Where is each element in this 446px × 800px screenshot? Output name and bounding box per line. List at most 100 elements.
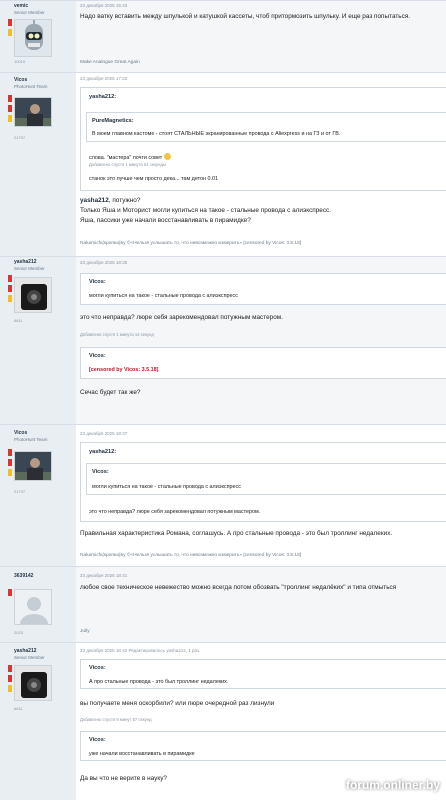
quote-author: Vicos: [92,469,109,475]
username[interactable]: vemic [14,3,28,9]
photographer-avatar-icon [15,452,51,480]
added-note: Добавлено спустя 8 минут 57 секунд [80,717,152,722]
username[interactable]: Vicos [14,430,27,436]
device-avatar-icon [15,666,51,700]
quote-text: А про стальные провода - это был троллин… [89,679,229,685]
reputation-bar [8,19,12,39]
quote-text: слова. "мастера" почти совет [89,153,171,161]
post-text: это что неправда? люре себя зарекомендов… [80,314,283,321]
user-title: Senior Member [14,10,45,15]
quote-text: могли купиться на такое - стальные прово… [89,293,238,299]
quote-block: Vicos: [censored by Vicos: 3.5.18] [80,347,446,379]
reputation-bar [8,665,12,695]
user-pane: Vicos PhotoHunt Team 21797 [0,73,76,256]
user-pane: vemic Senior Member 10010 [0,1,76,72]
added-note: Добавлено спустя 1 минута 14 секунд [80,332,154,337]
post-date[interactable]: 23 декабря 2025 17:22 [80,76,127,81]
default-user-avatar-icon [15,590,51,624]
post-count: 2023 [14,630,23,635]
user-title: PhotoHunt Team [14,84,48,89]
user-title: Senior Member [14,266,45,271]
nested-quote: PureMagnetics: В моем главном кастоме - … [86,112,446,142]
post-text: Сечас будет так же? [80,389,141,396]
post: 3639142 2023 23 декабря 2025 18:41 любое… [0,566,446,642]
signature: Nakamichi(кропка)by ©«Нельзя услышать то… [80,553,302,558]
smile-emoji-icon [163,153,171,160]
post-date-text: 23 декабря 2025 18:42 [80,648,128,653]
post: yasha212 Senior Member 6611 23 декабря 2… [0,256,446,424]
post-text-content: , потужно? [108,197,141,204]
post-text: любое свое техническое невежество можно … [80,584,397,591]
quote-block: Vicos: могли купиться на такое - стальны… [80,273,446,305]
edited-note: Редактировалось yasha212, 1 раз. [128,648,201,653]
post-count: 6611 [14,318,23,323]
post-text: Надо ватку вставить между шпулькой и кат… [80,13,411,20]
quote-block: Vicos: А про стальные провода - это был … [80,659,446,689]
site-watermark: forum.onliner.by [345,778,440,792]
reputation-bar [8,275,12,305]
post-body [76,567,446,642]
post-date[interactable]: 23 декабря 2025 18:37 [80,431,127,436]
post-count: 21797 [14,135,26,140]
post-text: yasha212, потужно? [80,197,446,204]
post: Vicos PhotoHunt Team 21797 23 декабря 20… [0,72,446,256]
user-pane: yasha212 Senior Member 6611 [0,257,76,424]
user-pane: yasha212 Senior Member 6611 [0,643,76,800]
reputation-bar [8,95,12,125]
post: Vicos PhotoHunt Team 21797 23 декабря 20… [0,424,446,566]
user-title: Senior Member [14,655,45,660]
username[interactable]: yasha212 [14,259,37,265]
post-text: Правильная характеристика Романа, соглаш… [80,530,393,537]
quote-block: Vicos: уже начали восстанавливать в пира… [80,731,446,761]
post-count: 6611 [14,706,23,711]
post: vemic Senior Member 10010 23 декабря 202… [0,0,446,72]
post-count: 10010 [14,59,26,64]
quote-author: PureMagnetics: [92,118,134,124]
user-pane: 3639142 2023 [0,567,76,642]
photographer-avatar-icon [15,98,51,126]
censored-text: [censored by Vicos: 3.5.18] [89,367,159,373]
quote-text: станок это лучше чем просто дека... там … [89,176,219,182]
post-date[interactable]: 23 декабря 2025 18:41 [80,573,127,578]
device-avatar-icon [15,278,51,312]
avatar[interactable] [14,277,52,313]
nested-quote: Vicos: могли купиться на такое - стальны… [86,463,446,495]
quote-text: уже начали восстанавливать в пирамидке [89,751,195,757]
bender-avatar-icon [15,20,51,56]
quote-author: Vicos: [89,353,106,359]
quote-block: yasha212: PureMagnetics: В моем главном … [80,87,446,191]
username[interactable]: Vicos [14,77,27,83]
reputation-bar [8,589,12,599]
signature: Make Analogue Great Again [80,60,140,65]
post-date[interactable]: 23 декабря 2025 15:43 [80,3,127,8]
avatar[interactable] [14,19,52,57]
quote-block: yasha212: Vicos: могли купиться на такое… [80,442,446,522]
quote-text: это что неправда? люре себя зарекомендов… [89,509,261,515]
user-pane: Vicos PhotoHunt Team 21797 [0,425,76,566]
post-text: вы получаете меня оскорбили? или пюре оч… [80,700,275,707]
quote-text: могли купиться на такое - стальные прово… [92,484,241,490]
quote-author: yasha212: [89,94,117,100]
post-text: Только Яша и Моторист могли купиться на … [80,207,332,214]
post-count: 21797 [14,489,26,494]
mentioned-user[interactable]: yasha212 [80,197,109,204]
avatar[interactable] [14,665,52,701]
signature: Nakamichi(кропка)by ©«Нельзя услышать то… [80,241,302,246]
post-date[interactable]: 23 декабря 2025 18:42 Редактировалось ya… [80,648,200,653]
avatar[interactable] [14,451,52,481]
avatar[interactable] [14,97,52,127]
username[interactable]: yasha212 [14,648,37,654]
added-note: Добавлено спустя 1 минута 54 секунды [89,162,166,167]
username[interactable]: 3639142 [14,573,33,579]
user-title: PhotoHunt Team [14,437,48,442]
post-date[interactable]: 23 декабря 2025 18:35 [80,260,127,265]
quote-text-content: слова. "мастера" почти совет [89,155,163,161]
signature: Jully [80,629,90,634]
avatar[interactable] [14,589,52,625]
post: yasha212 Senior Member 6611 23 декабря 2… [0,642,446,800]
quote-text: В моем главном кастоме - стоят СТАЛЬНЫЕ … [92,131,341,137]
quote-author: Vicos: [89,737,106,743]
quote-author: Vicos: [89,665,106,671]
post-text: Яша, пассики уже начали восстанавливать … [80,217,251,224]
quote-author: Vicos: [89,279,106,285]
